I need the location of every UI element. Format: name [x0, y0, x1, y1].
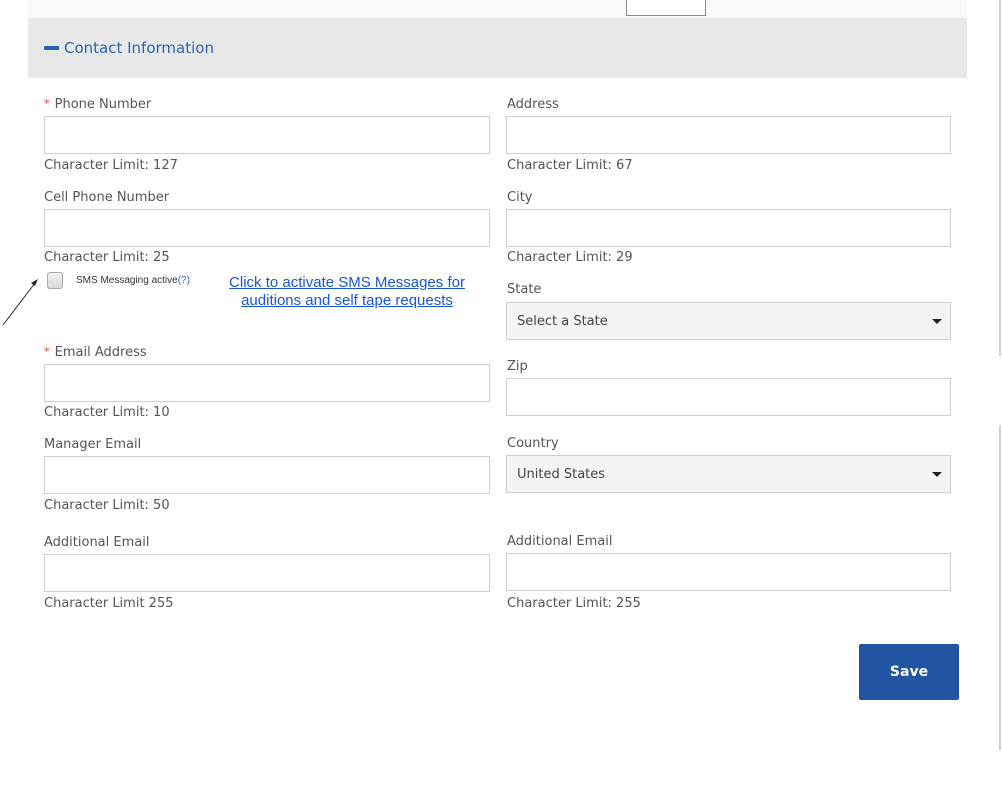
- chevron-down-icon: [932, 319, 942, 324]
- phone-number-input[interactable]: [44, 116, 490, 154]
- pointer-arrow-icon: [2, 279, 38, 326]
- chevron-down-icon: [932, 472, 942, 477]
- state-label: State: [507, 282, 542, 297]
- scroll-rule-bottom: [999, 425, 1001, 750]
- contact-information-header[interactable]: Contact Information: [28, 18, 967, 78]
- email-address-label: * Email Address: [44, 345, 147, 360]
- required-mark: *: [44, 97, 50, 110]
- email-address-limit: Character Limit: 10: [44, 405, 170, 420]
- phone-number-limit: Character Limit: 127: [44, 158, 178, 173]
- manager-email-limit: Character Limit: 50: [44, 498, 170, 513]
- previous-section-strip: [28, 0, 967, 18]
- email-address-input[interactable]: [44, 364, 490, 402]
- activate-sms-link-line1: Click to activate SMS Messages for: [229, 274, 465, 291]
- save-button[interactable]: Save: [859, 644, 959, 700]
- address-input[interactable]: [506, 116, 951, 154]
- country-label: Country: [507, 436, 559, 451]
- zip-input[interactable]: [506, 378, 951, 416]
- country-selected-value: United States: [517, 466, 606, 482]
- country-select[interactable]: United States: [506, 455, 951, 493]
- cell-phone-label: Cell Phone Number: [44, 190, 170, 205]
- manager-email-label: Manager Email: [44, 437, 142, 452]
- cell-phone-input[interactable]: [44, 209, 490, 247]
- address-limit: Character Limit: 67: [507, 158, 633, 173]
- additional-email-limit: Character Limit 255: [44, 596, 174, 611]
- activate-sms-link[interactable]: Click to activate SMS Messages for audit…: [212, 274, 482, 310]
- phone-number-label: * Phone Number: [44, 97, 152, 112]
- additional-email-limit-right: Character Limit: 255: [507, 596, 641, 611]
- sms-messaging-label: SMS Messaging active(?): [76, 275, 190, 286]
- zip-label: Zip: [507, 359, 528, 374]
- city-limit: Character Limit: 29: [507, 250, 633, 265]
- section-title: Contact Information: [64, 39, 214, 57]
- cell-phone-limit: Character Limit: 25: [44, 250, 170, 265]
- additional-email-label-right: Additional Email: [507, 534, 613, 549]
- scroll-rule-top: [999, 0, 1001, 356]
- manager-email-input[interactable]: [44, 456, 490, 494]
- city-label: City: [507, 190, 533, 205]
- additional-email-label: Additional Email: [44, 535, 150, 550]
- additional-email-input[interactable]: [44, 554, 490, 592]
- activate-sms-link-line2: auditions and self tape requests: [241, 292, 453, 309]
- collapse-minus-icon[interactable]: [44, 46, 59, 50]
- state-select[interactable]: Select a State: [506, 302, 951, 340]
- city-input[interactable]: [506, 209, 951, 247]
- sms-messaging-checkbox[interactable]: [47, 272, 63, 289]
- previous-section-control[interactable]: [626, 0, 706, 16]
- additional-email-input-right[interactable]: [506, 553, 951, 591]
- address-label: Address: [507, 97, 559, 112]
- required-mark: *: [44, 345, 50, 358]
- sms-help-link[interactable]: (?): [178, 275, 190, 286]
- state-selected-value: Select a State: [517, 313, 608, 329]
